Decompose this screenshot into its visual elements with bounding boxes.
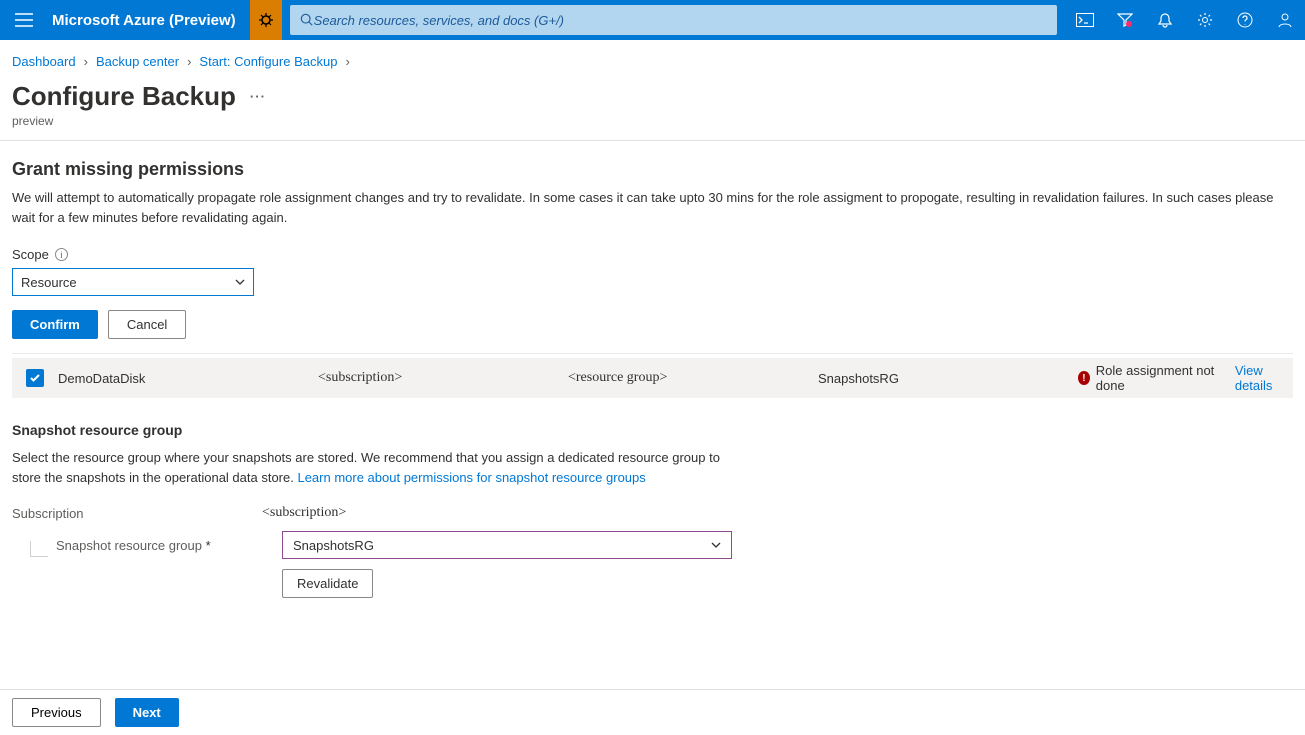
previous-button[interactable]: Previous xyxy=(12,698,101,727)
global-search[interactable] xyxy=(290,5,1057,35)
cell-name: DemoDataDisk xyxy=(58,371,318,386)
breadcrumb-backup-center[interactable]: Backup center xyxy=(96,54,179,69)
brand-label: Microsoft Azure (Preview) xyxy=(48,12,250,29)
notifications-icon[interactable] xyxy=(1145,0,1185,40)
revalidate-button[interactable]: Revalidate xyxy=(282,569,373,598)
view-details-link[interactable]: View details xyxy=(1235,363,1293,393)
snapshot-rg-select[interactable]: SnapshotsRG xyxy=(282,531,732,559)
search-icon xyxy=(300,13,314,27)
snapshot-desc: Select the resource group where your sna… xyxy=(12,448,752,487)
scope-select[interactable]: Resource xyxy=(12,268,254,296)
cell-resource-group: <resource group> xyxy=(568,370,818,386)
info-icon[interactable]: i xyxy=(55,248,68,261)
scope-value: Resource xyxy=(21,275,77,290)
table-row[interactable]: DemoDataDisk <subscription> <resource gr… xyxy=(12,358,1293,398)
subscription-value: <subscription> xyxy=(262,505,346,521)
chevron-down-icon xyxy=(711,540,721,550)
preview-bug-icon[interactable] xyxy=(250,0,282,40)
tree-connector-icon xyxy=(30,541,48,557)
permissions-desc: We will attempt to automatically propaga… xyxy=(12,188,1293,227)
account-icon[interactable] xyxy=(1265,0,1305,40)
row-checkbox[interactable] xyxy=(26,369,44,387)
chevron-right-icon: › xyxy=(80,54,92,69)
error-icon: ! xyxy=(1078,371,1090,385)
confirm-button[interactable]: Confirm xyxy=(12,310,98,339)
filter-icon[interactable] xyxy=(1105,0,1145,40)
settings-icon[interactable] xyxy=(1185,0,1225,40)
cancel-button[interactable]: Cancel xyxy=(108,310,186,339)
cell-subscription: <subscription> xyxy=(318,370,568,386)
next-button[interactable]: Next xyxy=(115,698,179,727)
scope-label: Scope i xyxy=(12,247,1293,262)
help-icon[interactable] xyxy=(1225,0,1265,40)
status-text: Role assignment not done xyxy=(1096,363,1223,393)
snapshot-section: Snapshot resource group Select the resou… xyxy=(12,422,752,598)
search-input[interactable] xyxy=(314,13,1047,28)
breadcrumb-dashboard[interactable]: Dashboard xyxy=(12,54,76,69)
chevron-down-icon xyxy=(235,277,245,287)
subscription-label: Subscription xyxy=(12,506,262,521)
resource-table: DemoDataDisk <subscription> <resource gr… xyxy=(12,353,1293,398)
breadcrumb-start-configure[interactable]: Start: Configure Backup xyxy=(199,54,337,69)
scope-label-text: Scope xyxy=(12,247,49,262)
chevron-right-icon: › xyxy=(183,54,195,69)
cell-snapshot-rg: SnapshotsRG xyxy=(818,371,1078,386)
breadcrumb: Dashboard › Backup center › Start: Confi… xyxy=(0,40,1305,75)
top-bar: Microsoft Azure (Preview) xyxy=(0,0,1305,40)
snapshot-rg-value: SnapshotsRG xyxy=(293,538,374,553)
page-subtitle: preview xyxy=(12,114,1293,128)
snapshot-rg-label: Snapshot resource group xyxy=(56,538,262,553)
cloud-shell-icon[interactable] xyxy=(1065,0,1105,40)
cell-status: ! Role assignment not done View details xyxy=(1078,363,1293,393)
permissions-title: Grant missing permissions xyxy=(12,159,1293,180)
page-header: Configure Backup ··· preview xyxy=(0,75,1305,141)
more-actions-button[interactable]: ··· xyxy=(250,89,266,104)
learn-more-link[interactable]: Learn more about permissions for snapsho… xyxy=(297,470,645,485)
hamburger-icon[interactable] xyxy=(0,0,48,40)
snapshot-title: Snapshot resource group xyxy=(12,422,752,438)
chevron-right-icon: › xyxy=(341,54,353,69)
footer-actions: Previous Next xyxy=(0,689,1305,735)
content-area: Grant missing permissions We will attemp… xyxy=(0,141,1305,598)
page-title: Configure Backup xyxy=(12,81,236,112)
top-icon-bar xyxy=(1065,0,1305,40)
